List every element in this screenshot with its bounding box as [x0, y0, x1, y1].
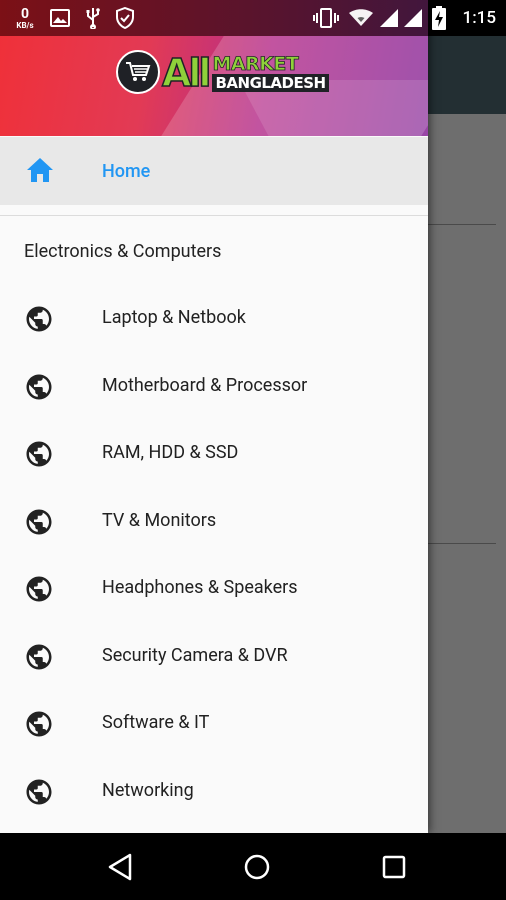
drawer-item-home[interactable]: Home — [0, 137, 428, 205]
back-icon[interactable] — [102, 849, 138, 885]
drawer-item-label: RAM, HDD & SSD — [102, 442, 239, 463]
wifi-icon — [348, 0, 374, 36]
drawer-item[interactable]: Security Camera & DVR — [0, 623, 428, 690]
signal-icon — [378, 0, 400, 36]
signal-icon — [402, 0, 424, 36]
drawer-item-label: Networking — [102, 779, 194, 801]
drawer-item[interactable]: Software & IT — [0, 690, 428, 757]
drawer-item-label: Software & IT — [102, 712, 210, 733]
drawer-item-label: Laptop & Netbook — [102, 307, 246, 328]
drawer-item-label: TV & Monitors — [102, 509, 217, 531]
net-speed-indicator: 0 KB/s — [10, 0, 40, 36]
navigation-drawer: All MARKET BANGLADESH Home Electronics &… — [0, 0, 428, 833]
drawer-item-label: Headphones & Speakers — [102, 577, 298, 598]
drawer-item[interactable]: RAM, HDD & SSD — [0, 420, 428, 487]
battery-charging-icon — [430, 0, 448, 36]
image-icon — [49, 0, 71, 36]
drawer-item[interactable]: Motherboard & Processor — [0, 353, 428, 420]
drawer-item[interactable]: Laptop & Netbook — [0, 285, 428, 352]
drawer-item[interactable]: Headphones & Speakers — [0, 555, 428, 622]
drawer-item-label: Motherboard & Processor — [102, 374, 308, 396]
globe-icon — [24, 304, 54, 334]
app-logo: All MARKET BANGLADESH — [116, 48, 329, 96]
recents-icon[interactable] — [376, 849, 412, 885]
net-speed-unit: KB/s — [16, 20, 34, 30]
logo-text-bangladesh: BANGLADESH — [212, 74, 329, 92]
drawer-item-label: Security Camera & DVR — [102, 644, 288, 666]
logo-text-market: MARKET — [212, 53, 299, 75]
globe-icon — [24, 574, 54, 604]
drawer-item[interactable]: Networking — [0, 758, 428, 825]
net-speed-value: 0 — [20, 5, 30, 22]
cart-icon — [116, 50, 160, 94]
vibrate-icon — [312, 0, 340, 36]
logo-text-all: All — [161, 50, 212, 96]
home-label: Home — [102, 160, 151, 182]
globe-icon — [24, 507, 54, 537]
usb-icon — [82, 0, 104, 36]
section-title: Electronics & Computers — [24, 241, 222, 262]
globe-icon — [24, 709, 54, 739]
drawer-divider — [0, 215, 428, 216]
globe-icon — [24, 777, 54, 807]
home-circle-icon[interactable] — [239, 849, 275, 885]
clock: 1:15 — [462, 8, 496, 28]
background-divider — [428, 224, 496, 225]
globe-icon — [24, 372, 54, 402]
globe-icon — [24, 439, 54, 469]
globe-icon — [24, 642, 54, 672]
drawer-item[interactable]: TV & Monitors — [0, 488, 428, 555]
navigation-bar — [0, 833, 506, 900]
home-icon — [26, 157, 54, 185]
background-divider — [428, 543, 496, 544]
status-bar: 0 KB/s 1:15 — [0, 0, 506, 36]
shield-icon — [114, 0, 136, 36]
